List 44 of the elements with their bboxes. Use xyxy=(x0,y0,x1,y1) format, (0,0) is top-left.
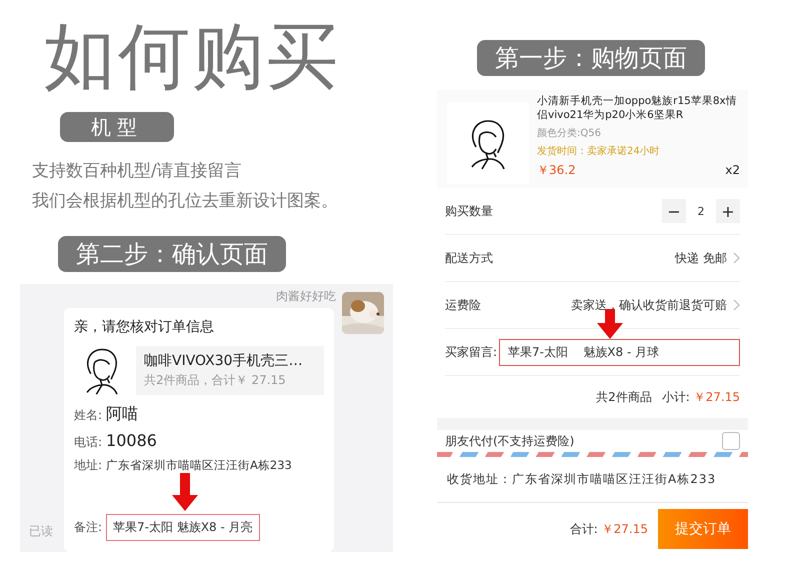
note-value: 苹果7-太阳 魅族X8 - 月亮 xyxy=(106,514,260,541)
quantity-value: 2 xyxy=(696,204,706,218)
row-value[interactable]: 快递 免邮 xyxy=(675,250,727,266)
row-label: 配送方式 xyxy=(445,250,493,266)
product-total: 共2件商品，合计￥ 27.15 xyxy=(144,372,287,388)
price-text: ￥36.2 xyxy=(537,162,576,179)
row-label: 购买数量 xyxy=(445,202,493,220)
step-label: 第一步：购物页面 xyxy=(477,40,705,76)
item-count: 共2件商品 xyxy=(596,388,652,406)
quantity-text: x2 xyxy=(725,163,740,177)
arrow-icon xyxy=(172,473,198,511)
field-value: 阿喵 xyxy=(106,404,138,425)
product-summary-box[interactable]: 咖啡VIVOX30手机壳三… 共2件商品，合计￥ 27.15 xyxy=(136,346,324,394)
address-text: 收货地址：广东省深圳市喵喵区汪汪街A栋233 xyxy=(437,457,748,503)
model-tag: 机型 xyxy=(60,112,174,142)
checkbox[interactable] xyxy=(722,432,740,450)
row-label: 买家留言: xyxy=(445,344,498,360)
field-label: 电话: xyxy=(74,434,102,451)
chevron-icon xyxy=(733,299,740,311)
field-label: 地址: xyxy=(74,457,102,474)
product-name: 咖啡VIVOX30手机壳三… xyxy=(144,352,304,370)
sender-name: 肉酱好好吃 xyxy=(276,288,336,304)
message-field[interactable]: 苹果7-太阳 魅族X8 - 月球 xyxy=(499,338,740,366)
product-name: 小清新手机壳一加oppo魅族r15苹果8x情侣vivo21华为p20小米6坚果R xyxy=(537,94,738,122)
minus-button[interactable]: − xyxy=(662,199,686,223)
arrow-icon xyxy=(597,309,623,339)
subtotal-label: 小计: ￥27.15 xyxy=(662,388,740,406)
chevron-icon xyxy=(733,252,740,264)
page-title: 如何购买 xyxy=(44,13,341,100)
field-label: 姓名: xyxy=(74,407,102,424)
pay-friend-label: 朋友代付(不支持运费险) xyxy=(445,432,574,450)
field-value: 广东省深圳市喵喵区汪汪街A栋233 xyxy=(106,458,292,473)
shipping-text: 发货时间：卖家承诺24小时 xyxy=(537,144,661,158)
description-text: 我们会根据机型的孔位去重新设计图案。 xyxy=(32,190,339,213)
row-label: 运费险 xyxy=(445,296,481,314)
read-status: 已读 xyxy=(29,523,53,540)
variant-text: 颜色分类:Q56 xyxy=(537,126,602,140)
card-title: 亲，请您核对订单信息 xyxy=(74,318,215,336)
description-text: 支持数百种机型/请直接留言 xyxy=(32,160,243,183)
field-value: 10086 xyxy=(106,431,157,450)
plus-button[interactable]: + xyxy=(716,199,740,223)
step-label: 第二步：确认页面 xyxy=(58,236,286,272)
field-label: 备注: xyxy=(74,519,102,536)
total-label: 合计: ￥27.15 xyxy=(570,520,648,538)
